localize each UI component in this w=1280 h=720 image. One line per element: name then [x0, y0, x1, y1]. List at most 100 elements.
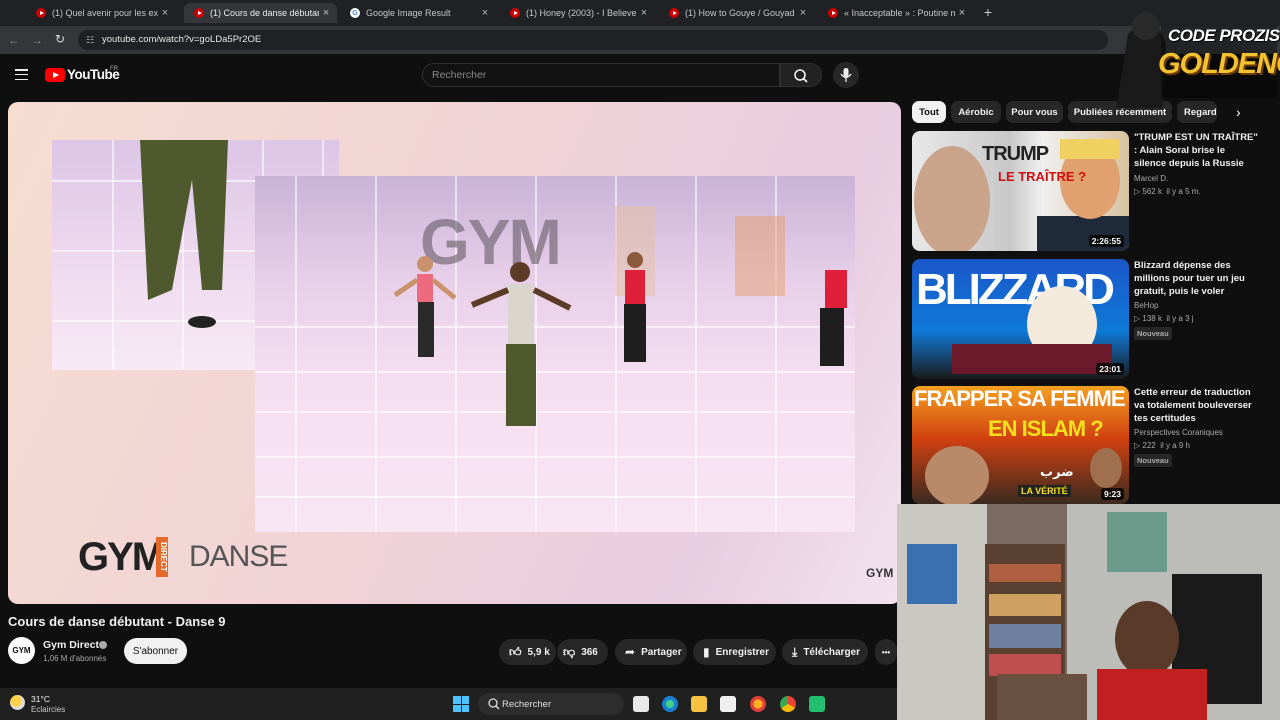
- weather-temperature[interactable]: 31°C: [31, 694, 50, 704]
- gym-direct-logo-text: GYM: [78, 535, 165, 579]
- chip-tout[interactable]: Tout: [912, 101, 946, 123]
- subscriber-count: 1,06 M d'abonnés: [43, 654, 107, 663]
- related-video-stats: ▷ 222 il y a 9 h: [1134, 441, 1190, 450]
- edge-icon[interactable]: [662, 696, 678, 712]
- store-icon[interactable]: [720, 696, 736, 712]
- youtube-icon: [510, 8, 520, 18]
- forward-arrow-icon[interactable]: →: [31, 33, 43, 47]
- share-button[interactable]: ➦ Partager: [615, 639, 687, 665]
- browser-tab[interactable]: (1) Honey (2003) - I Believe • Fi ×: [500, 3, 655, 23]
- voice-search-button[interactable]: [833, 62, 859, 88]
- related-video-stats: ▷ 562 k il y a 5 m.: [1134, 187, 1201, 196]
- save-label: Enregistrer: [715, 646, 769, 658]
- close-tab-icon[interactable]: ×: [158, 7, 172, 19]
- browser-tab[interactable]: (1) Quel avenir pour les exclus d ×: [26, 3, 176, 23]
- google-icon: [350, 8, 360, 18]
- webcam-image: [897, 504, 1280, 720]
- weather-description[interactable]: Eclaircies: [31, 705, 65, 714]
- task-view-icon[interactable]: [633, 696, 649, 712]
- menu-icon[interactable]: [15, 69, 28, 80]
- related-channel-name[interactable]: Marcel D.: [1134, 174, 1168, 183]
- bookmark-icon: ▮: [703, 645, 710, 659]
- video-duration: 23:01: [1096, 363, 1124, 375]
- url-text[interactable]: youtube.com/watch?v=goLDa5Pr2OE: [102, 34, 261, 45]
- save-button[interactable]: ▮ Enregistrer: [693, 639, 776, 665]
- browser-tab[interactable]: « Inacceptable » : Poutine met ×: [818, 3, 973, 23]
- video-thumbnail[interactable]: TRUMP LE TRAÎTRE ? 2:26:55: [912, 131, 1129, 251]
- download-button[interactable]: ⤓ Télécharger: [782, 639, 868, 665]
- close-tab-icon[interactable]: ×: [955, 7, 969, 19]
- video-watermark: GYM: [866, 566, 894, 580]
- gym-direct-logo-tag: DIRECT: [156, 537, 168, 577]
- thumbs-up-icon: 👍︎: [509, 644, 522, 659]
- related-video-title[interactable]: Blizzard dépense des millions pour tuer …: [1134, 259, 1259, 298]
- chrome-icon[interactable]: [780, 696, 796, 712]
- site-info-icon[interactable]: ☷: [86, 35, 94, 46]
- video-title: Cours de danse débutant - Danse 9: [8, 614, 226, 629]
- subscribe-button[interactable]: S'abonner: [124, 638, 187, 664]
- more-actions-button[interactable]: •••: [875, 639, 897, 665]
- windows-start-icon[interactable]: [453, 696, 469, 712]
- overlay-logo-line1: CODE PROZIS: [1168, 26, 1280, 45]
- thumbs-down-icon: 👎︎: [563, 644, 576, 659]
- upload-age: il y a 5 m.: [1166, 187, 1201, 196]
- close-tab-icon[interactable]: ×: [637, 7, 651, 19]
- tab-title: Google Image Result: [366, 8, 451, 18]
- firefox-icon[interactable]: [750, 696, 766, 712]
- related-video-title[interactable]: Cette erreur de traduction va totalement…: [1134, 386, 1259, 425]
- close-tab-icon[interactable]: ×: [319, 7, 333, 19]
- chip-aerobic[interactable]: Aérobic: [951, 101, 1001, 123]
- related-channel-name[interactable]: Perspectives Coraniques: [1134, 428, 1223, 437]
- chip-pour-vous[interactable]: Pour vous: [1006, 101, 1063, 123]
- new-tab-button[interactable]: +: [980, 4, 996, 20]
- tab-title: (1) Cours de danse débutant - D: [210, 8, 319, 18]
- app-icon[interactable]: [809, 696, 825, 712]
- channel-name[interactable]: Gym Direct: [43, 639, 99, 651]
- browser-tab[interactable]: Google Image Result ×: [340, 3, 496, 23]
- tab-title: (1) How to Gouye / Gouyad with: [685, 8, 796, 18]
- view-count: 222: [1142, 441, 1156, 450]
- related-video-stats: ▷ 138 k il y a 3 j: [1134, 314, 1194, 323]
- browser-tab[interactable]: (1) How to Gouye / Gouyad with ×: [659, 3, 814, 23]
- new-badge: Nouveau: [1134, 327, 1172, 340]
- microphone-icon: [840, 68, 852, 82]
- close-tab-icon[interactable]: ×: [478, 7, 492, 19]
- file-explorer-icon[interactable]: [691, 696, 707, 712]
- download-label: Télécharger: [803, 646, 861, 658]
- youtube-icon: [36, 8, 46, 18]
- dislike-button[interactable]: 👎︎ 366: [557, 639, 608, 665]
- download-icon: ⤓: [792, 644, 798, 659]
- channel-avatar[interactable]: GYM: [8, 637, 35, 664]
- video-duration: 2:26:55: [1088, 235, 1124, 247]
- tab-title: (1) Quel avenir pour les exclus d: [52, 8, 158, 18]
- webcam-overlay: [897, 504, 1280, 720]
- view-count: 138 k: [1142, 314, 1162, 323]
- upload-age: il y a 3 j: [1166, 314, 1194, 323]
- video-duration: 9:23: [1100, 488, 1124, 500]
- reload-icon[interactable]: ↻: [55, 32, 65, 46]
- new-badge: Nouveau: [1134, 454, 1172, 467]
- thumbnail-text: LE TRAÎTRE ?: [998, 169, 1087, 184]
- like-button[interactable]: 👍︎ 5,9 k: [499, 639, 556, 665]
- youtube-icon: [828, 8, 838, 18]
- close-tab-icon[interactable]: ×: [796, 7, 810, 19]
- dancers-image: [393, 252, 847, 426]
- browser-tab-active[interactable]: (1) Cours de danse débutant - D ×: [184, 3, 337, 23]
- thumbnail-text: TRUMP: [982, 143, 1049, 165]
- related-channel-name[interactable]: BeHop: [1134, 301, 1158, 310]
- share-icon: ➦: [625, 645, 636, 659]
- search-placeholder: Rechercher: [432, 69, 487, 81]
- view-count: 562 k: [1142, 187, 1162, 196]
- back-arrow-icon[interactable]: ←: [8, 33, 20, 47]
- share-label: Partager: [641, 646, 682, 658]
- search-button[interactable]: [780, 63, 822, 87]
- tab-title: (1) Honey (2003) - I Believe • Fi: [526, 8, 637, 18]
- youtube-icon: [669, 8, 679, 18]
- weather-icon[interactable]: [10, 695, 25, 710]
- promo-code-overlay-logo: CODE PROZIS GOLDENG: [1106, 4, 1280, 108]
- overlay-logo-line2: GOLDENG: [1158, 48, 1280, 80]
- video-thumbnail[interactable]: FRAPPER SA FEMME EN ISLAM ? ضرب LA VÉRIT…: [912, 386, 1129, 504]
- related-video-title[interactable]: "TRUMP EST UN TRAÎTRE" : Alain Soral bri…: [1134, 131, 1259, 170]
- video-thumbnail[interactable]: BLIZZARD 23:01: [912, 259, 1129, 379]
- youtube-logo-icon[interactable]: [45, 68, 65, 82]
